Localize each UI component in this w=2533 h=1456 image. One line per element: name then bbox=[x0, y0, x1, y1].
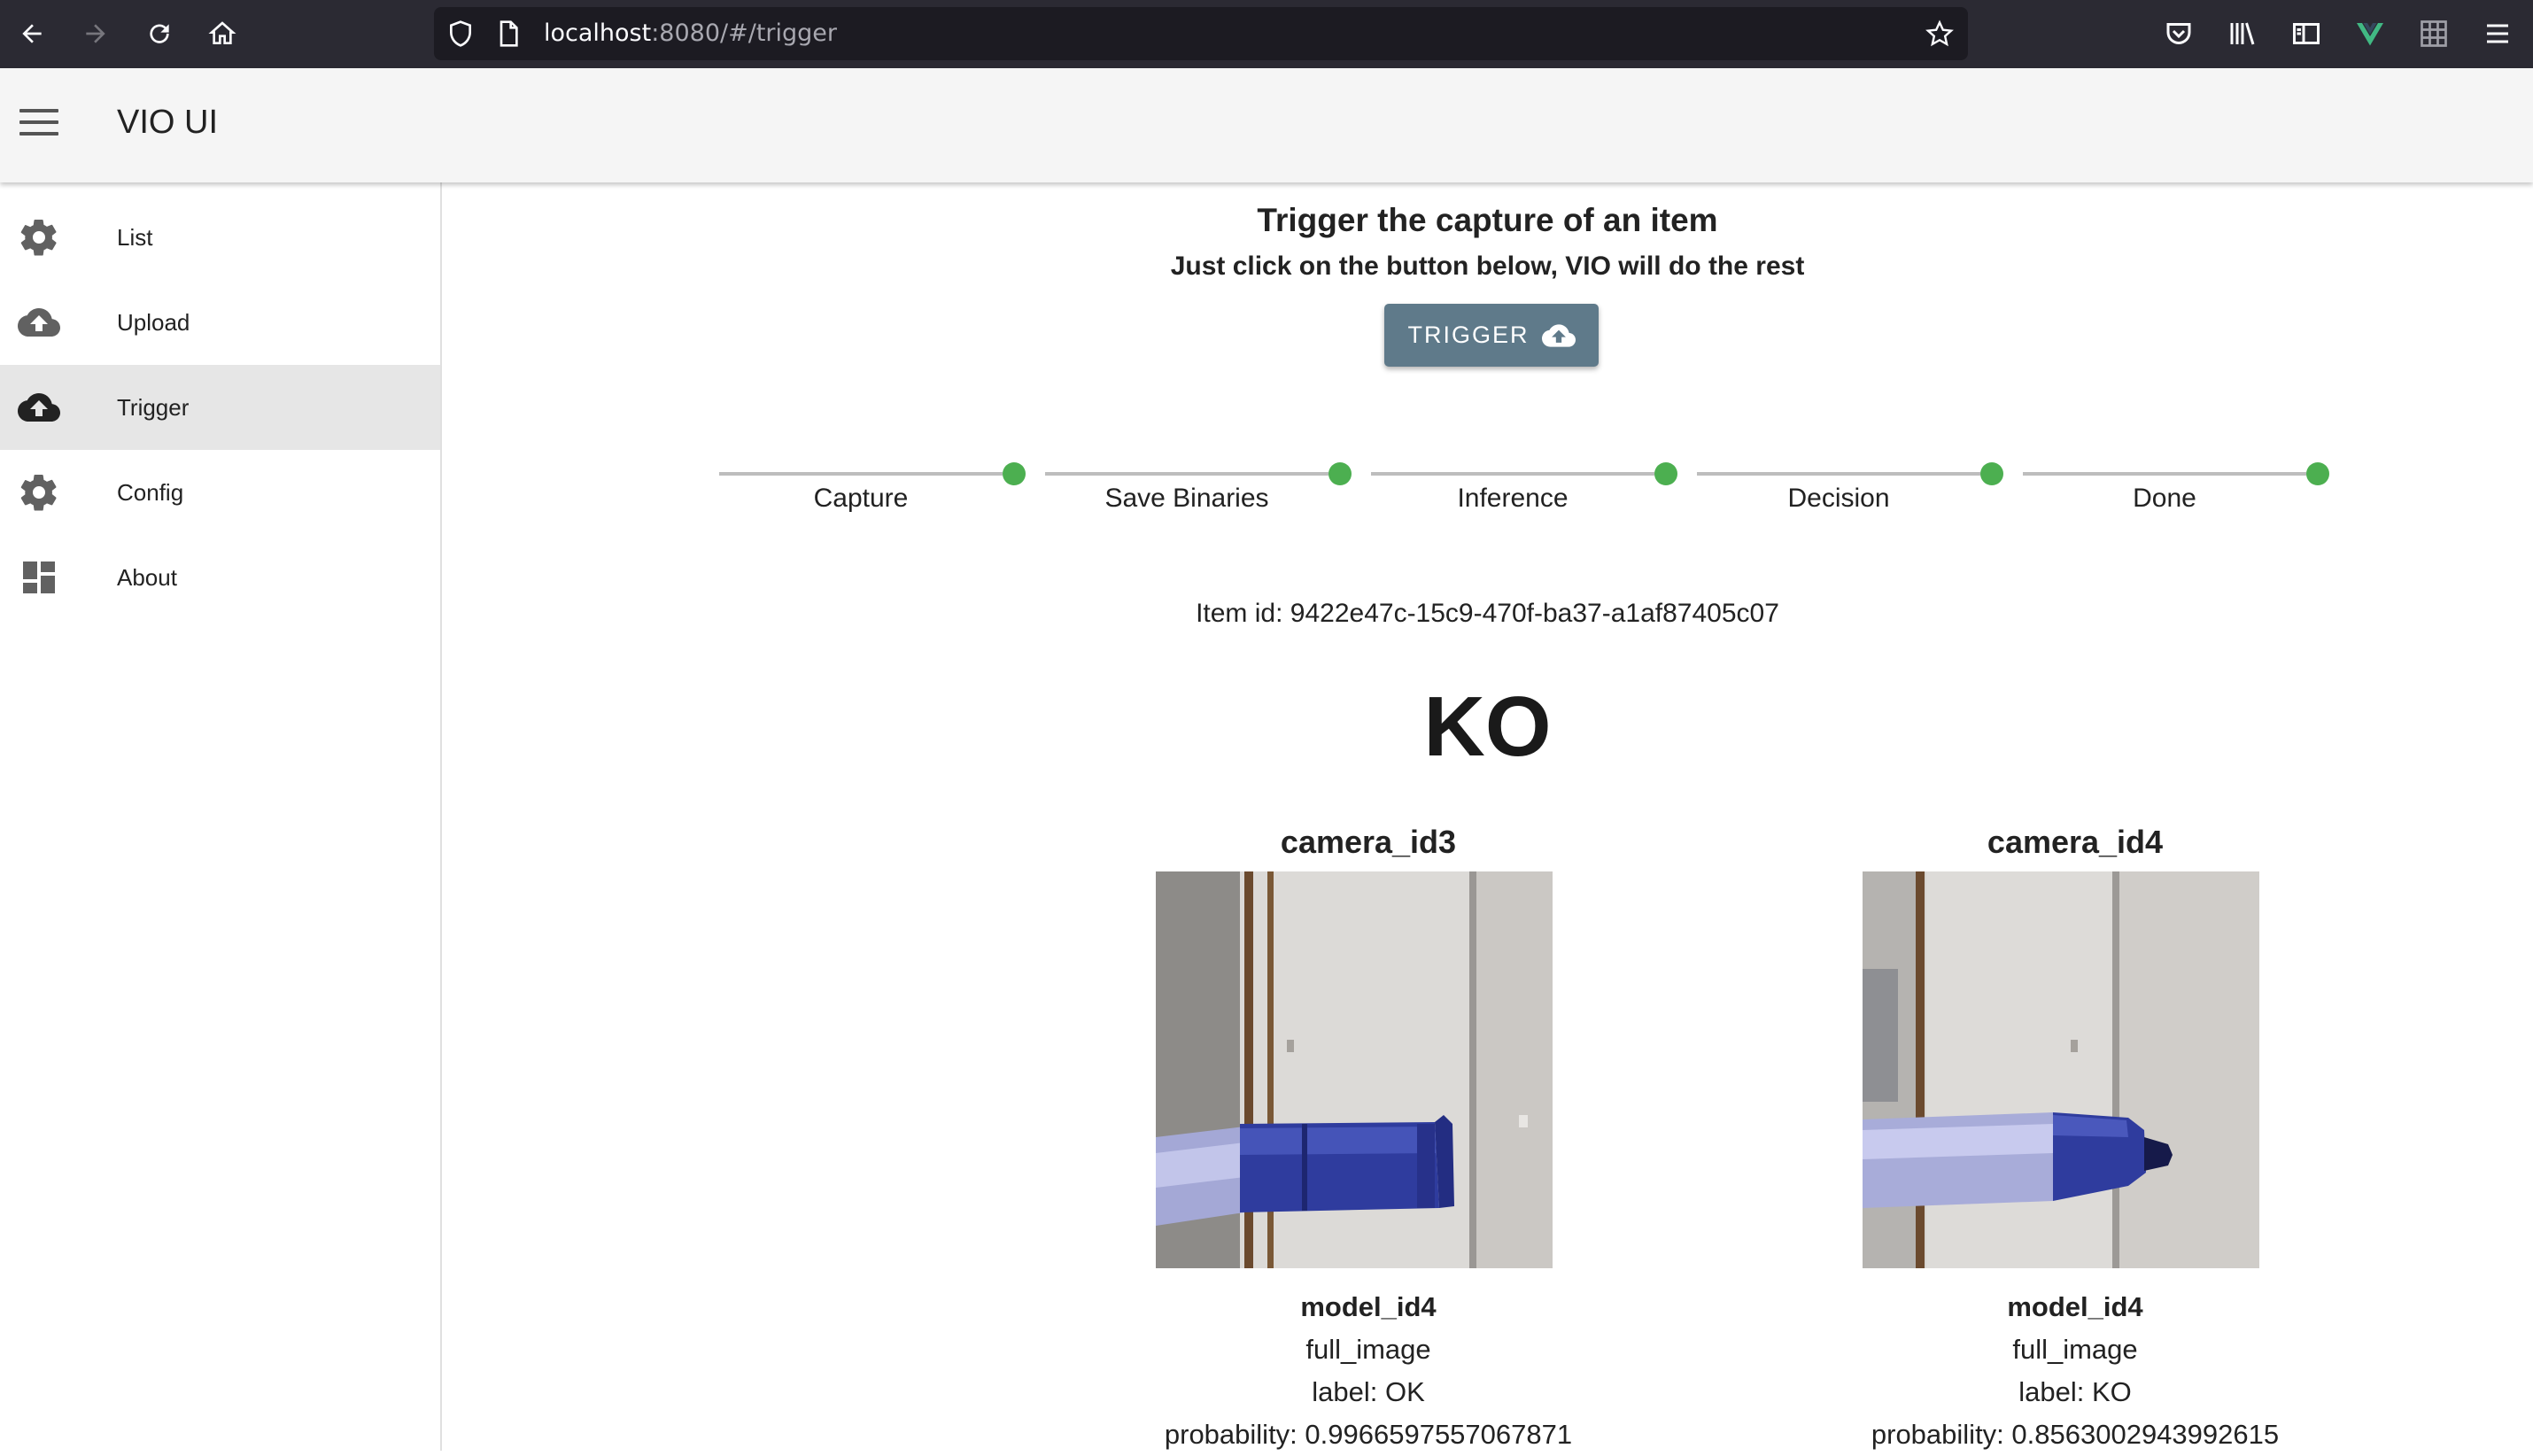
prediction-probability: probability: 0.9966597557067871 bbox=[1164, 1419, 1573, 1450]
step-complete-dot bbox=[1003, 462, 1026, 485]
sidebar-item-label: About bbox=[117, 563, 177, 591]
vue-devtools-icon[interactable] bbox=[2354, 18, 2386, 50]
decision-verdict: KO bbox=[1423, 679, 1552, 774]
sidebar-item-config[interactable]: Config bbox=[0, 450, 440, 535]
camera-image[interactable] bbox=[1863, 871, 2259, 1268]
step-label: Capture bbox=[813, 484, 909, 513]
cloud-upload-icon bbox=[18, 308, 60, 337]
cloud-upload-icon bbox=[1541, 323, 1576, 347]
cloud-upload-icon bbox=[18, 393, 60, 422]
menu-icon[interactable] bbox=[19, 109, 58, 141]
app-header: VIO UI bbox=[0, 68, 2533, 182]
step-complete-dot bbox=[2306, 462, 2329, 485]
trigger-button-label: TRIGGER bbox=[1407, 321, 1530, 348]
reload-icon[interactable] bbox=[142, 16, 177, 51]
camera-title: camera_id4 bbox=[1987, 824, 2164, 860]
sidebar-item-upload[interactable]: Upload bbox=[0, 280, 440, 365]
shield-icon[interactable] bbox=[446, 19, 475, 48]
forward-icon[interactable] bbox=[78, 16, 113, 51]
model-name: model_id4 bbox=[2007, 1291, 2143, 1322]
sidebar-item-label: Config bbox=[117, 478, 184, 506]
prediction-label: label: KO bbox=[2018, 1376, 2132, 1407]
camera-title: camera_id3 bbox=[1280, 824, 1457, 860]
step-label: Decision bbox=[1787, 484, 1890, 513]
browser-menu-icon[interactable] bbox=[2482, 18, 2514, 50]
back-icon[interactable] bbox=[14, 16, 50, 51]
library-icon[interactable] bbox=[2227, 18, 2258, 50]
sidebar-item-label: Upload bbox=[117, 308, 190, 336]
model-name: model_id4 bbox=[1300, 1291, 1437, 1322]
camera-card: camera_id3 model_id4 full_image label: O… bbox=[1138, 824, 1599, 1450]
main-content: Trigger the capture of an item Just clic… bbox=[442, 182, 2533, 1451]
camera-card: camera_id4 model_id4 full_image label: K… bbox=[1845, 824, 2305, 1450]
step-complete-dot bbox=[1980, 462, 2003, 485]
camera-info: model_id4 full_image label: OK probabili… bbox=[1138, 1286, 1599, 1456]
page-subtitle: Just click on the button below, VIO will… bbox=[1170, 252, 1805, 281]
bookmark-star-icon[interactable] bbox=[1925, 19, 1954, 48]
step-done: Done bbox=[2023, 459, 2329, 530]
prediction-probability: probability: 0.8563002943992615 bbox=[1871, 1419, 2280, 1450]
url-text[interactable]: localhost:8080/#/trigger bbox=[544, 7, 837, 60]
step-inference: Inference bbox=[1371, 459, 1677, 530]
dashboard-icon bbox=[23, 561, 55, 593]
image-type: full_image bbox=[1305, 1334, 1431, 1365]
browser-toolbar: localhost:8080/#/trigger bbox=[0, 0, 2533, 68]
camera-image[interactable] bbox=[1156, 871, 1553, 1268]
gear-icon bbox=[20, 474, 57, 511]
step-decision: Decision bbox=[1697, 459, 2003, 530]
address-bar[interactable]: localhost:8080/#/trigger bbox=[434, 7, 1968, 60]
sidebar-item-label: List bbox=[117, 223, 153, 251]
camera-info: model_id4 full_image label: KO probabili… bbox=[1845, 1286, 2305, 1456]
sidebar-item-list[interactable]: List bbox=[0, 195, 440, 280]
step-label: Done bbox=[2133, 484, 2196, 513]
extensions-grid-icon[interactable] bbox=[2418, 18, 2450, 50]
sidebar-item-about[interactable]: About bbox=[0, 535, 440, 620]
home-icon[interactable] bbox=[205, 16, 240, 51]
step-label: Save Binaries bbox=[1104, 484, 1269, 513]
page-icon bbox=[500, 20, 518, 47]
page-title: Trigger the capture of an item bbox=[1257, 202, 1718, 238]
step-complete-dot bbox=[1654, 462, 1677, 485]
image-type: full_image bbox=[2012, 1334, 2138, 1365]
sidebar-item-trigger[interactable]: Trigger bbox=[0, 365, 440, 450]
pocket-icon[interactable] bbox=[2163, 18, 2195, 50]
trigger-button[interactable]: TRIGGER bbox=[1384, 304, 1599, 367]
step-label: Inference bbox=[1457, 484, 1569, 513]
prediction-label: label: OK bbox=[1312, 1376, 1425, 1407]
sidebar-toggle-icon[interactable] bbox=[2290, 18, 2322, 50]
step-capture: Capture bbox=[719, 459, 1026, 530]
gear-icon bbox=[20, 219, 57, 256]
sidebar-item-label: Trigger bbox=[117, 393, 190, 421]
sidebar: List Upload Trigger Config About bbox=[0, 182, 442, 1451]
app-title: VIO UI bbox=[117, 104, 219, 141]
step-complete-dot bbox=[1328, 462, 1352, 485]
step-save-binaries: Save Binaries bbox=[1045, 459, 1352, 530]
item-id: Item id: 9422e47c-15c9-470f-ba37-a1af874… bbox=[1196, 599, 1779, 628]
